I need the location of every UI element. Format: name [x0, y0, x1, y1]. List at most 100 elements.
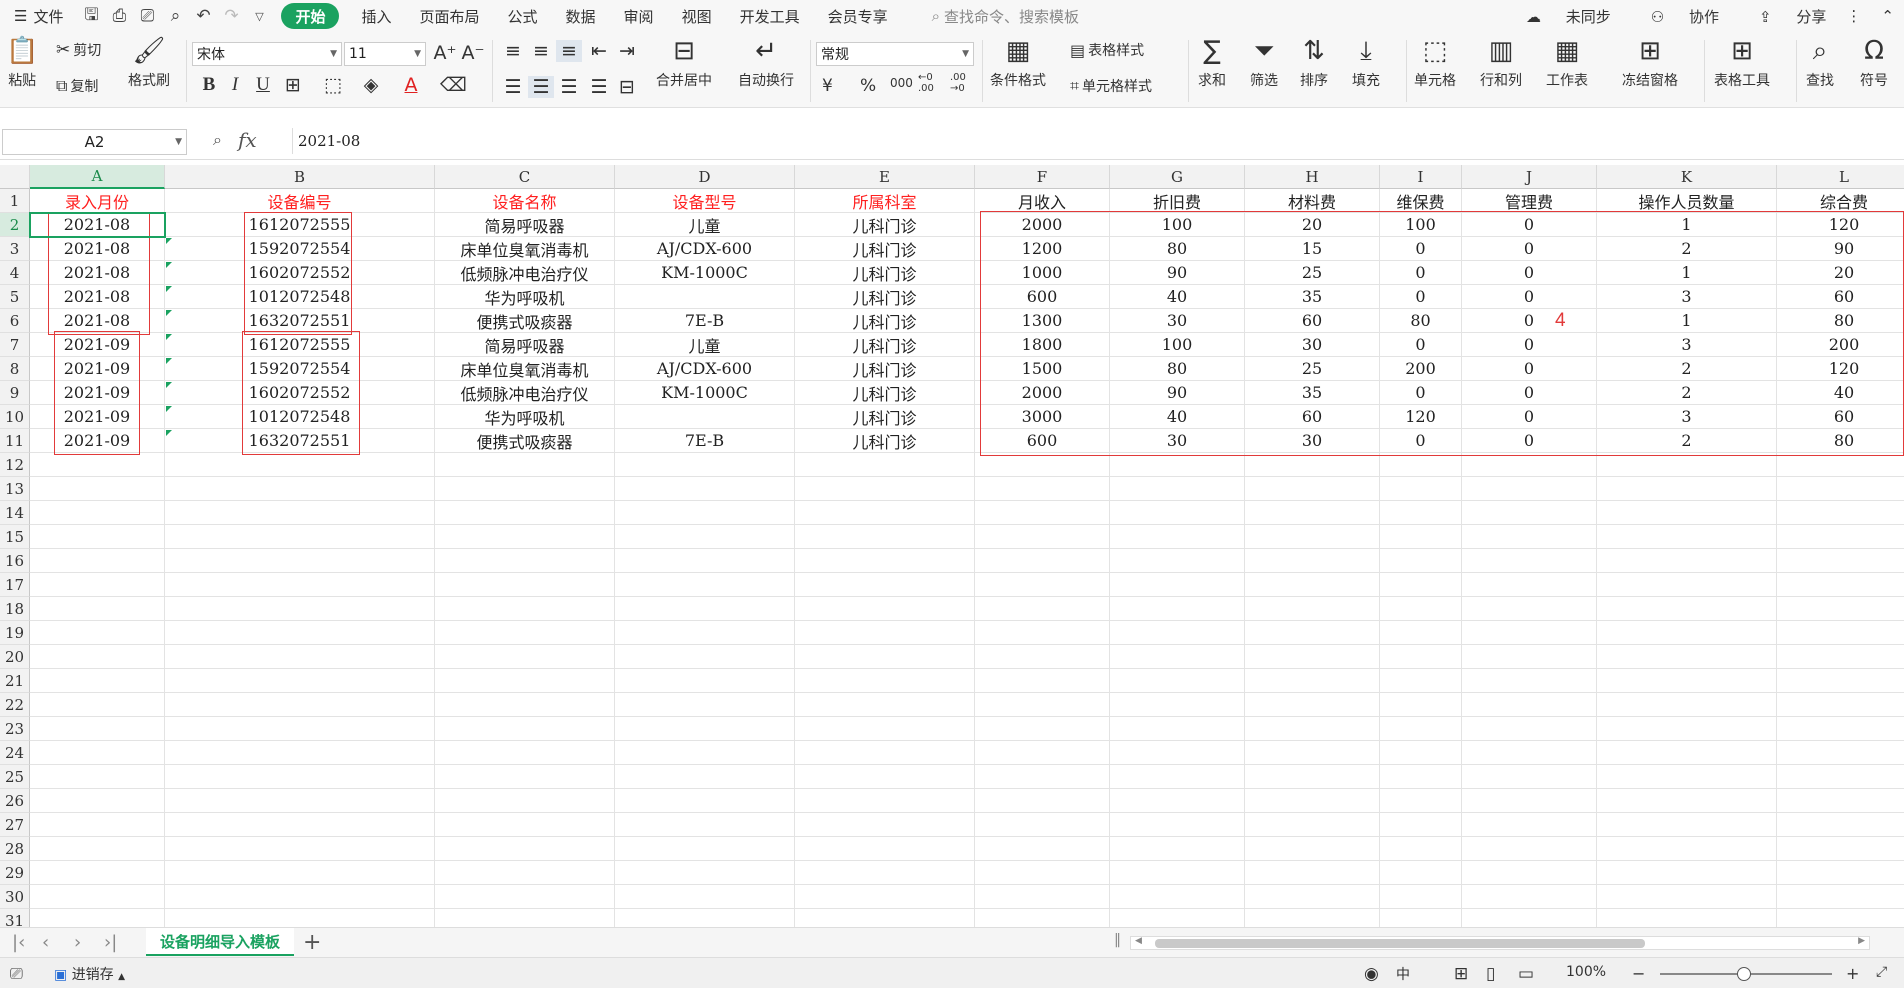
align-middle-icon[interactable]: ≡	[528, 40, 554, 62]
data-cell[interactable]: 20	[1245, 213, 1380, 237]
empty-cell[interactable]	[435, 573, 615, 597]
wrap-text-button[interactable]: ↵ 自动换行	[738, 34, 794, 90]
data-cell[interactable]: 1	[1597, 261, 1777, 285]
data-cell[interactable]: 1500	[975, 357, 1110, 381]
empty-cell[interactable]	[1245, 597, 1380, 621]
data-cell[interactable]: 儿童	[615, 333, 795, 357]
empty-cell[interactable]	[615, 501, 795, 525]
empty-cell[interactable]	[1597, 813, 1777, 837]
empty-cell[interactable]	[1777, 573, 1904, 597]
row-header[interactable]: 21	[0, 669, 30, 693]
empty-cell[interactable]	[615, 453, 795, 477]
data-cell[interactable]: 2021-09	[30, 429, 165, 453]
empty-cell[interactable]	[615, 525, 795, 549]
sync-button[interactable]: ☁ 未同步	[1506, 6, 1611, 27]
empty-cell[interactable]	[1110, 621, 1245, 645]
data-cell[interactable]: 2021-09	[30, 357, 165, 381]
empty-cell[interactable]	[435, 837, 615, 861]
print-preview-icon[interactable]: ⌕	[161, 0, 189, 32]
zoom-level[interactable]: 100%	[1566, 964, 1606, 980]
empty-cell[interactable]	[1777, 549, 1904, 573]
data-cell[interactable]: 3000	[975, 405, 1110, 429]
data-cell[interactable]: AJ/CDX-600	[615, 237, 795, 261]
empty-cell[interactable]	[975, 789, 1110, 813]
data-cell[interactable]: 0	[1462, 357, 1597, 381]
merge-center-button[interactable]: ⊟ 合并居中	[656, 34, 712, 90]
empty-cell[interactable]	[975, 741, 1110, 765]
data-cell[interactable]: 床单位臭氧消毒机	[435, 237, 615, 261]
empty-cell[interactable]	[1462, 693, 1597, 717]
empty-cell[interactable]	[795, 861, 975, 885]
empty-cell[interactable]	[165, 645, 435, 669]
empty-cell[interactable]	[795, 789, 975, 813]
empty-cell[interactable]	[1110, 477, 1245, 501]
row-header[interactable]: 7	[0, 333, 30, 357]
empty-cell[interactable]	[1597, 453, 1777, 477]
empty-cell[interactable]	[1110, 909, 1245, 927]
empty-cell[interactable]	[795, 885, 975, 909]
empty-cell[interactable]	[975, 525, 1110, 549]
header-cell[interactable]: 折旧费	[1110, 189, 1245, 213]
indent-increase-icon[interactable]: ⇥	[614, 40, 640, 62]
row-header[interactable]: 12	[0, 453, 30, 477]
font-size-select[interactable]: 11 ▼	[344, 42, 426, 66]
data-cell[interactable]: 简易呼吸器	[435, 333, 615, 357]
row-header[interactable]: 17	[0, 573, 30, 597]
empty-cell[interactable]	[165, 765, 435, 789]
empty-cell[interactable]	[975, 765, 1110, 789]
column-header-j[interactable]: J	[1462, 165, 1597, 189]
data-cell[interactable]: 1592072554	[165, 357, 435, 381]
select-all-corner[interactable]	[0, 165, 30, 189]
fullscreen-icon[interactable]: ⤢	[1876, 964, 1887, 980]
data-cell[interactable]: 25	[1245, 357, 1380, 381]
data-cell[interactable]	[615, 285, 795, 309]
empty-cell[interactable]	[975, 453, 1110, 477]
row-header[interactable]: 25	[0, 765, 30, 789]
row-header[interactable]: 5	[0, 285, 30, 309]
empty-cell[interactable]	[165, 597, 435, 621]
eye-protect-icon[interactable]: ◉	[1364, 964, 1379, 984]
data-cell[interactable]: 0	[1462, 309, 1597, 333]
data-cell[interactable]: 儿科门诊	[795, 429, 975, 453]
empty-cell[interactable]	[30, 813, 165, 837]
data-cell[interactable]: KM-1000C	[615, 381, 795, 405]
data-cell[interactable]: 30	[1110, 309, 1245, 333]
first-sheet-icon[interactable]: |‹	[12, 932, 25, 953]
empty-cell[interactable]	[1110, 717, 1245, 741]
data-cell[interactable]: 7E-B	[615, 429, 795, 453]
column-header-g[interactable]: G	[1110, 165, 1245, 189]
save-as-icon[interactable]: ⎙	[105, 0, 133, 32]
column-header-c[interactable]: C	[435, 165, 615, 189]
data-cell[interactable]: 2021-09	[30, 381, 165, 405]
data-cell[interactable]: 便携式吸痰器	[435, 429, 615, 453]
empty-cell[interactable]	[435, 549, 615, 573]
normal-view-icon[interactable]: ⊞	[1454, 964, 1468, 984]
tab-view[interactable]: 视图	[668, 0, 726, 32]
empty-cell[interactable]	[1110, 453, 1245, 477]
collapse-ribbon-icon[interactable]: ⌃	[1881, 7, 1894, 25]
sum-button[interactable]: ∑ 求和	[1198, 34, 1226, 90]
decrease-decimal-button[interactable]: .00 →0	[950, 72, 976, 94]
empty-cell[interactable]	[1245, 621, 1380, 645]
data-cell[interactable]: 3	[1597, 405, 1777, 429]
empty-cell[interactable]	[30, 741, 165, 765]
more-icon[interactable]: ⋮	[1846, 7, 1861, 25]
row-header[interactable]: 31	[0, 909, 30, 927]
symbol-button[interactable]: Ω 符号	[1860, 34, 1888, 90]
row-header[interactable]: 26	[0, 789, 30, 813]
data-cell[interactable]	[615, 405, 795, 429]
data-cell[interactable]: 0	[1462, 285, 1597, 309]
data-cell[interactable]: 儿童	[615, 213, 795, 237]
font-color-icon[interactable]: A	[398, 74, 424, 96]
empty-cell[interactable]	[1462, 525, 1597, 549]
data-cell[interactable]: 15	[1245, 237, 1380, 261]
data-cell[interactable]: 1612072555	[165, 213, 435, 237]
empty-cell[interactable]	[1597, 573, 1777, 597]
empty-cell[interactable]	[1597, 693, 1777, 717]
paste-button[interactable]: 📋 粘贴	[6, 34, 38, 90]
empty-cell[interactable]	[30, 861, 165, 885]
row-header[interactable]: 1	[0, 189, 30, 213]
empty-cell[interactable]	[435, 741, 615, 765]
empty-cell[interactable]	[795, 549, 975, 573]
data-cell[interactable]: 2000	[975, 381, 1110, 405]
